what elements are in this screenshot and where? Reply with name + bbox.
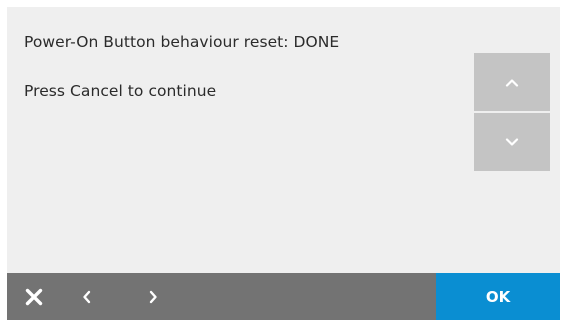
printer-screen: Power-On Button behaviour reset: DONE Pr…	[7, 7, 560, 320]
ok-button[interactable]: OK	[436, 273, 560, 320]
forward-button[interactable]	[142, 273, 164, 320]
chevron-down-icon	[505, 137, 519, 146]
chevron-up-icon	[505, 78, 519, 87]
bottom-nav-bar: OK	[7, 273, 560, 320]
chevron-left-icon	[82, 290, 90, 303]
instruction-text: Press Cancel to continue	[24, 82, 217, 100]
status-message: Power-On Button behaviour reset: DONE	[24, 33, 340, 51]
scroll-up-button[interactable]	[474, 53, 550, 111]
back-button[interactable]	[75, 273, 97, 320]
close-icon	[25, 288, 43, 305]
chevron-right-icon	[149, 290, 157, 303]
scroll-down-button[interactable]	[474, 113, 550, 171]
cancel-button[interactable]	[19, 273, 49, 320]
